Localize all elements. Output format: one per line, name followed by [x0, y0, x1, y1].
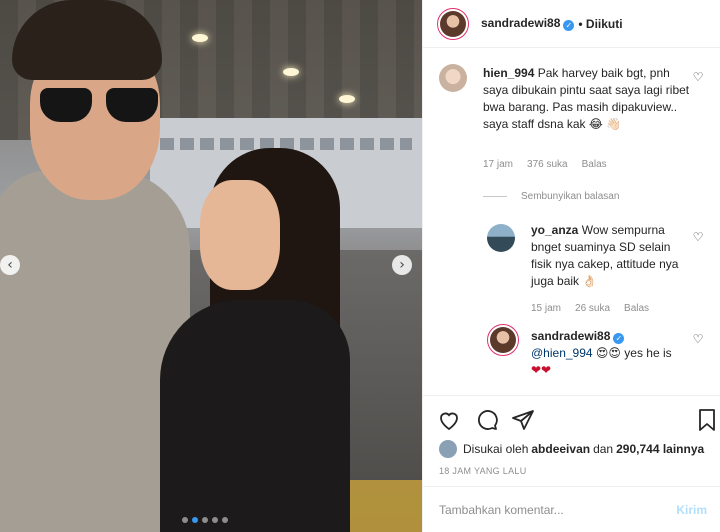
share-icon[interactable]: [511, 408, 535, 432]
photo-light: [339, 95, 355, 103]
verified-badge-icon: ✓: [613, 333, 625, 344]
reply-meta: 15 jam 26 suka Balas: [531, 303, 649, 314]
heart-icon[interactable]: [437, 408, 461, 432]
post-header: sandradewi88 ✓ • Diikuti: [423, 0, 720, 48]
reply-username[interactable]: yo_anza: [531, 223, 578, 237]
reply-mention[interactable]: @hien_994: [531, 346, 593, 360]
photo-woman: [160, 140, 360, 532]
likes-count[interactable]: 290,744 lainnya: [616, 442, 704, 456]
author-username[interactable]: sandradewi88 ✓: [481, 16, 575, 31]
comment-reply-button[interactable]: Balas: [582, 159, 607, 170]
comment-text: hien_994 Pak harvey baik bgt, pnh saya d…: [483, 66, 690, 131]
carousel-dot: [212, 517, 218, 523]
comment-meta: 17 jam 376 suka Balas: [483, 159, 607, 170]
carousel-prev-button[interactable]: ‹: [0, 255, 20, 275]
reply-time: 15 jam: [531, 303, 562, 314]
post-timestamp: 18 JAM YANG LALU: [439, 466, 527, 476]
post-photo[interactable]: ‹ ›: [0, 0, 422, 532]
carousel-next-button[interactable]: ›: [392, 255, 412, 275]
divider-line: [483, 196, 507, 197]
comment-time: 17 jam: [483, 159, 514, 170]
carousel-dot-active: [192, 517, 198, 523]
liker-username[interactable]: abdeeivan: [531, 442, 590, 456]
photo-light: [283, 68, 299, 76]
reply-username[interactable]: sandradewi88: [531, 329, 610, 343]
carousel-dot: [182, 517, 188, 523]
likes-summary[interactable]: Disukai oleh abdeeivan dan 290,744 lainn…: [439, 440, 707, 458]
action-bar: [423, 395, 720, 439]
post-comment-button[interactable]: Kirim: [676, 503, 707, 517]
like-reply-heart-icon[interactable]: ♡: [691, 230, 705, 244]
reply-likes[interactable]: 26 suka: [575, 303, 610, 314]
carousel-dot: [202, 517, 208, 523]
bookmark-icon[interactable]: [695, 408, 719, 432]
like-comment-heart-icon[interactable]: ♡: [691, 70, 705, 84]
like-reply-heart-icon[interactable]: ♡: [691, 332, 705, 346]
comment-username[interactable]: hien_994: [483, 66, 534, 80]
comments-list: hien_994 Pak harvey baik bgt, pnh saya d…: [423, 48, 720, 394]
commenter-avatar[interactable]: [439, 64, 467, 92]
reply-reply-button[interactable]: Balas: [624, 303, 649, 314]
comment-likes[interactable]: 376 suka: [527, 159, 568, 170]
carousel-dot: [222, 517, 228, 523]
reply-text: yo_anza Wow sempurna bnget suaminya SD s…: [531, 223, 679, 288]
reply-avatar[interactable]: [487, 224, 515, 252]
verified-badge-icon: ✓: [563, 20, 575, 31]
reply-text: sandradewi88 ✓ @hien_994 😍😍 yes he is ❤❤: [531, 329, 672, 377]
post-sidebar: sandradewi88 ✓ • Diikuti hien_994 Pak har…: [422, 0, 720, 532]
hide-replies-button[interactable]: Sembunyikan balasan: [483, 191, 619, 202]
comment-icon[interactable]: [475, 408, 499, 432]
comment-input[interactable]: [439, 502, 677, 517]
add-comment-bar: Kirim: [423, 486, 720, 532]
liker-avatar: [439, 440, 457, 458]
author-avatar[interactable]: [437, 7, 469, 40]
carousel-dots: [182, 517, 228, 523]
reply-avatar[interactable]: [487, 324, 519, 356]
hearts-emoji: ❤❤: [531, 363, 552, 377]
follow-status[interactable]: • Diikuti: [578, 17, 622, 31]
